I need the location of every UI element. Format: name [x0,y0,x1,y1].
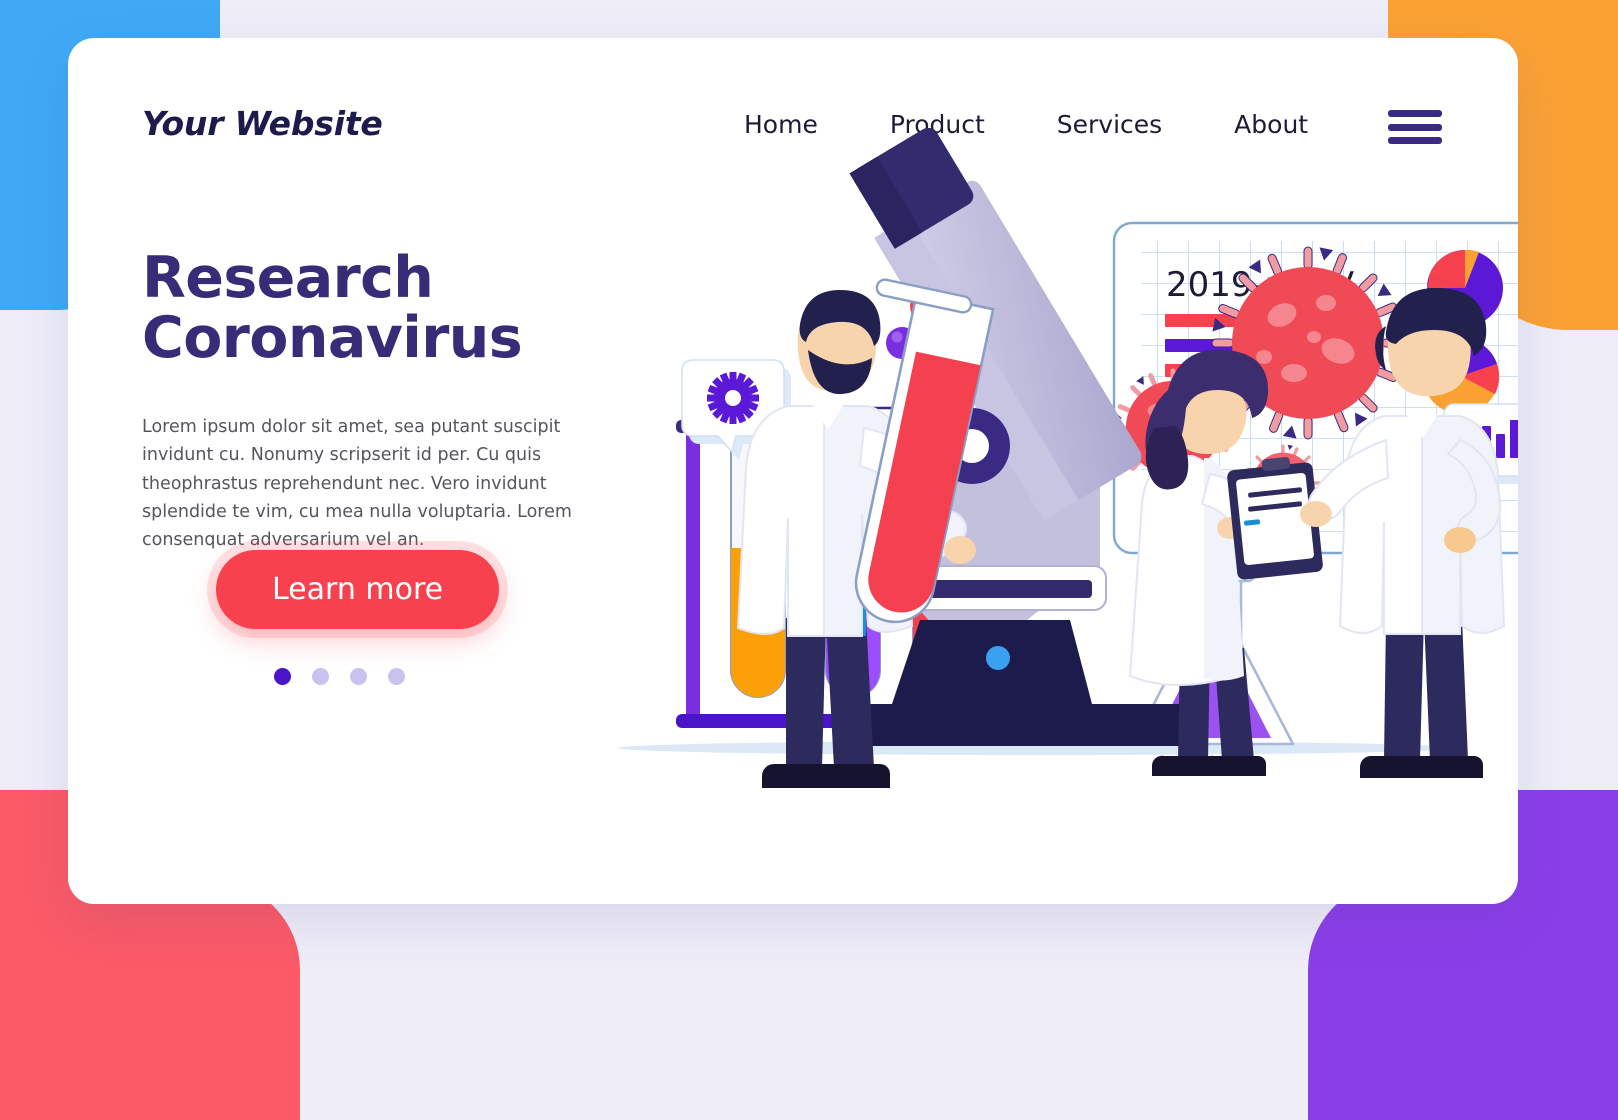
carousel-dot-1[interactable] [274,668,291,685]
landing-page-card: Your Website Home Product Services About… [68,38,1518,904]
hero-description: Lorem ipsum dolor sit amet, sea putant s… [142,416,572,551]
decor-blob-bottom-right-2 [1308,880,1618,1120]
hero-illustration: 2019-nCoV [568,128,1518,848]
page-title: Research Coronavirus [142,248,612,369]
page-title-line-2: Coronavirus [142,305,523,372]
carousel-dot-3[interactable] [350,668,367,685]
hamburger-bar-1 [1388,110,1442,117]
hero-text-block: Research Coronavirus Lorem ipsum dolor s… [142,248,612,555]
carousel-dot-4[interactable] [388,668,405,685]
page-stage: Your Website Home Product Services About… [0,0,1618,1120]
page-title-line-1: Research [142,245,434,311]
site-logo[interactable]: Your Website [142,104,383,143]
carousel-dot-2[interactable] [312,668,329,685]
learn-more-button[interactable]: Learn more [216,550,500,629]
decor-blob-bottom-left-2 [0,880,300,1120]
carousel-dots [274,668,405,685]
